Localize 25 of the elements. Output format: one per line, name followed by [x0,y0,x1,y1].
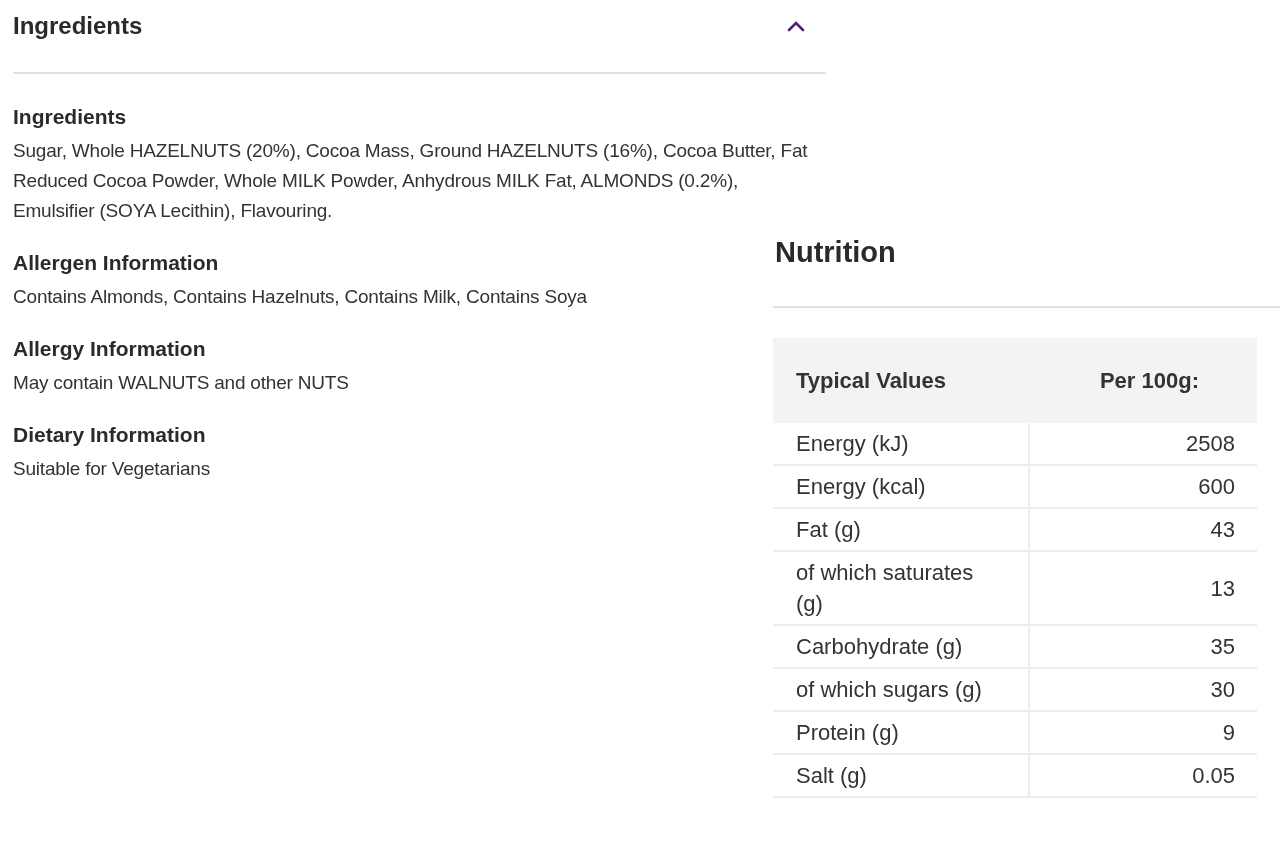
table-cell: Energy (kJ) [773,423,1029,465]
table-cell: 2508 [1029,423,1257,465]
table-cell: of which saturates (g) [773,551,1029,625]
panel-title: Ingredients [13,11,143,41]
section-text: Suitable for Vegetarians [13,457,211,481]
table-header: Typical Values [773,338,1029,423]
section-text: Sugar, Whole HAZELNUTS (20%), Cocoa Mass, Ground HAZELNUTS (16%), Cocoa Butter, Fat Reduced Cocoa Powder, Whole MILK Powder, Anhydrous MILK Fat, ALMONDS (0.2%), Emulsifier (SOYA Lecithin), Flavouring. [13,139,809,223]
table-cell: 0.05 [1029,754,1257,797]
table-cell: 9 [1029,711,1257,754]
table-header: Per 100g: [1029,338,1257,423]
table-cell: 30 [1029,668,1257,711]
table-cell: Protein (g) [773,711,1029,754]
table-cell: 35 [1029,625,1257,668]
section-heading: Ingredients [13,104,128,130]
table-cell: of which sugars (g) [773,668,1029,711]
table-cell: 13 [1029,551,1257,625]
section-heading: Allergy Information [13,336,207,362]
section-text: Contains Almonds, Contains Hazelnuts, Contains Milk, Contains Soya [13,285,588,309]
table-cell: 600 [1029,465,1257,508]
table-cell: Carbohydrate (g) [773,625,1029,668]
table-cell: 43 [1029,508,1257,551]
table-cell: Salt (g) [773,754,1029,797]
nutrition-title: Nutrition [774,235,897,270]
table-cell: Energy (kcal) [773,465,1029,508]
table-cell: Fat (g) [773,508,1029,551]
